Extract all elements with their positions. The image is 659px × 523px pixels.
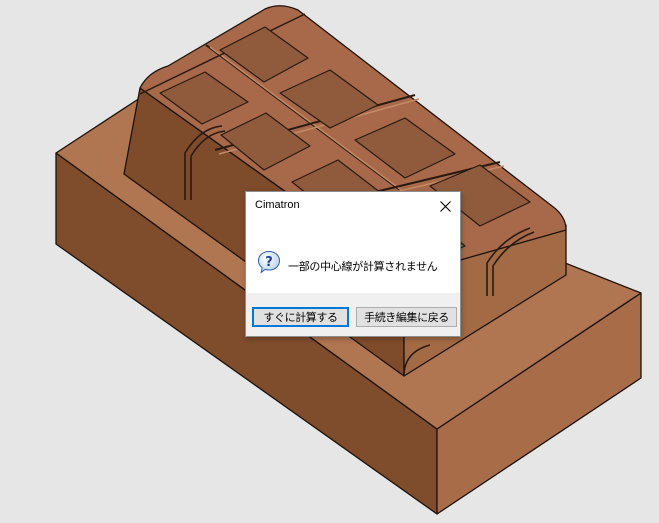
compute-now-button[interactable]: すぐに計算する	[252, 307, 349, 327]
button-bar: すぐに計算する 手続き編集に戻る	[246, 293, 460, 336]
message-text: 一部の中心線が計算されません	[288, 260, 438, 273]
close-button[interactable]	[430, 192, 460, 220]
dialog-title-bar[interactable]: Cimatron	[246, 192, 460, 221]
back-to-edit-button[interactable]: 手続き編集に戻る	[356, 307, 457, 327]
dialog-title: Cimatron	[255, 199, 300, 211]
question-icon: ?	[257, 250, 281, 274]
message-dialog: Cimatron ? 一部の中心線が計算されません すぐに計算する 手続き編集に…	[245, 191, 461, 337]
svg-text:?: ?	[265, 255, 273, 270]
close-icon	[439, 200, 451, 212]
message-area: ? 一部の中心線が計算されません	[246, 221, 460, 293]
